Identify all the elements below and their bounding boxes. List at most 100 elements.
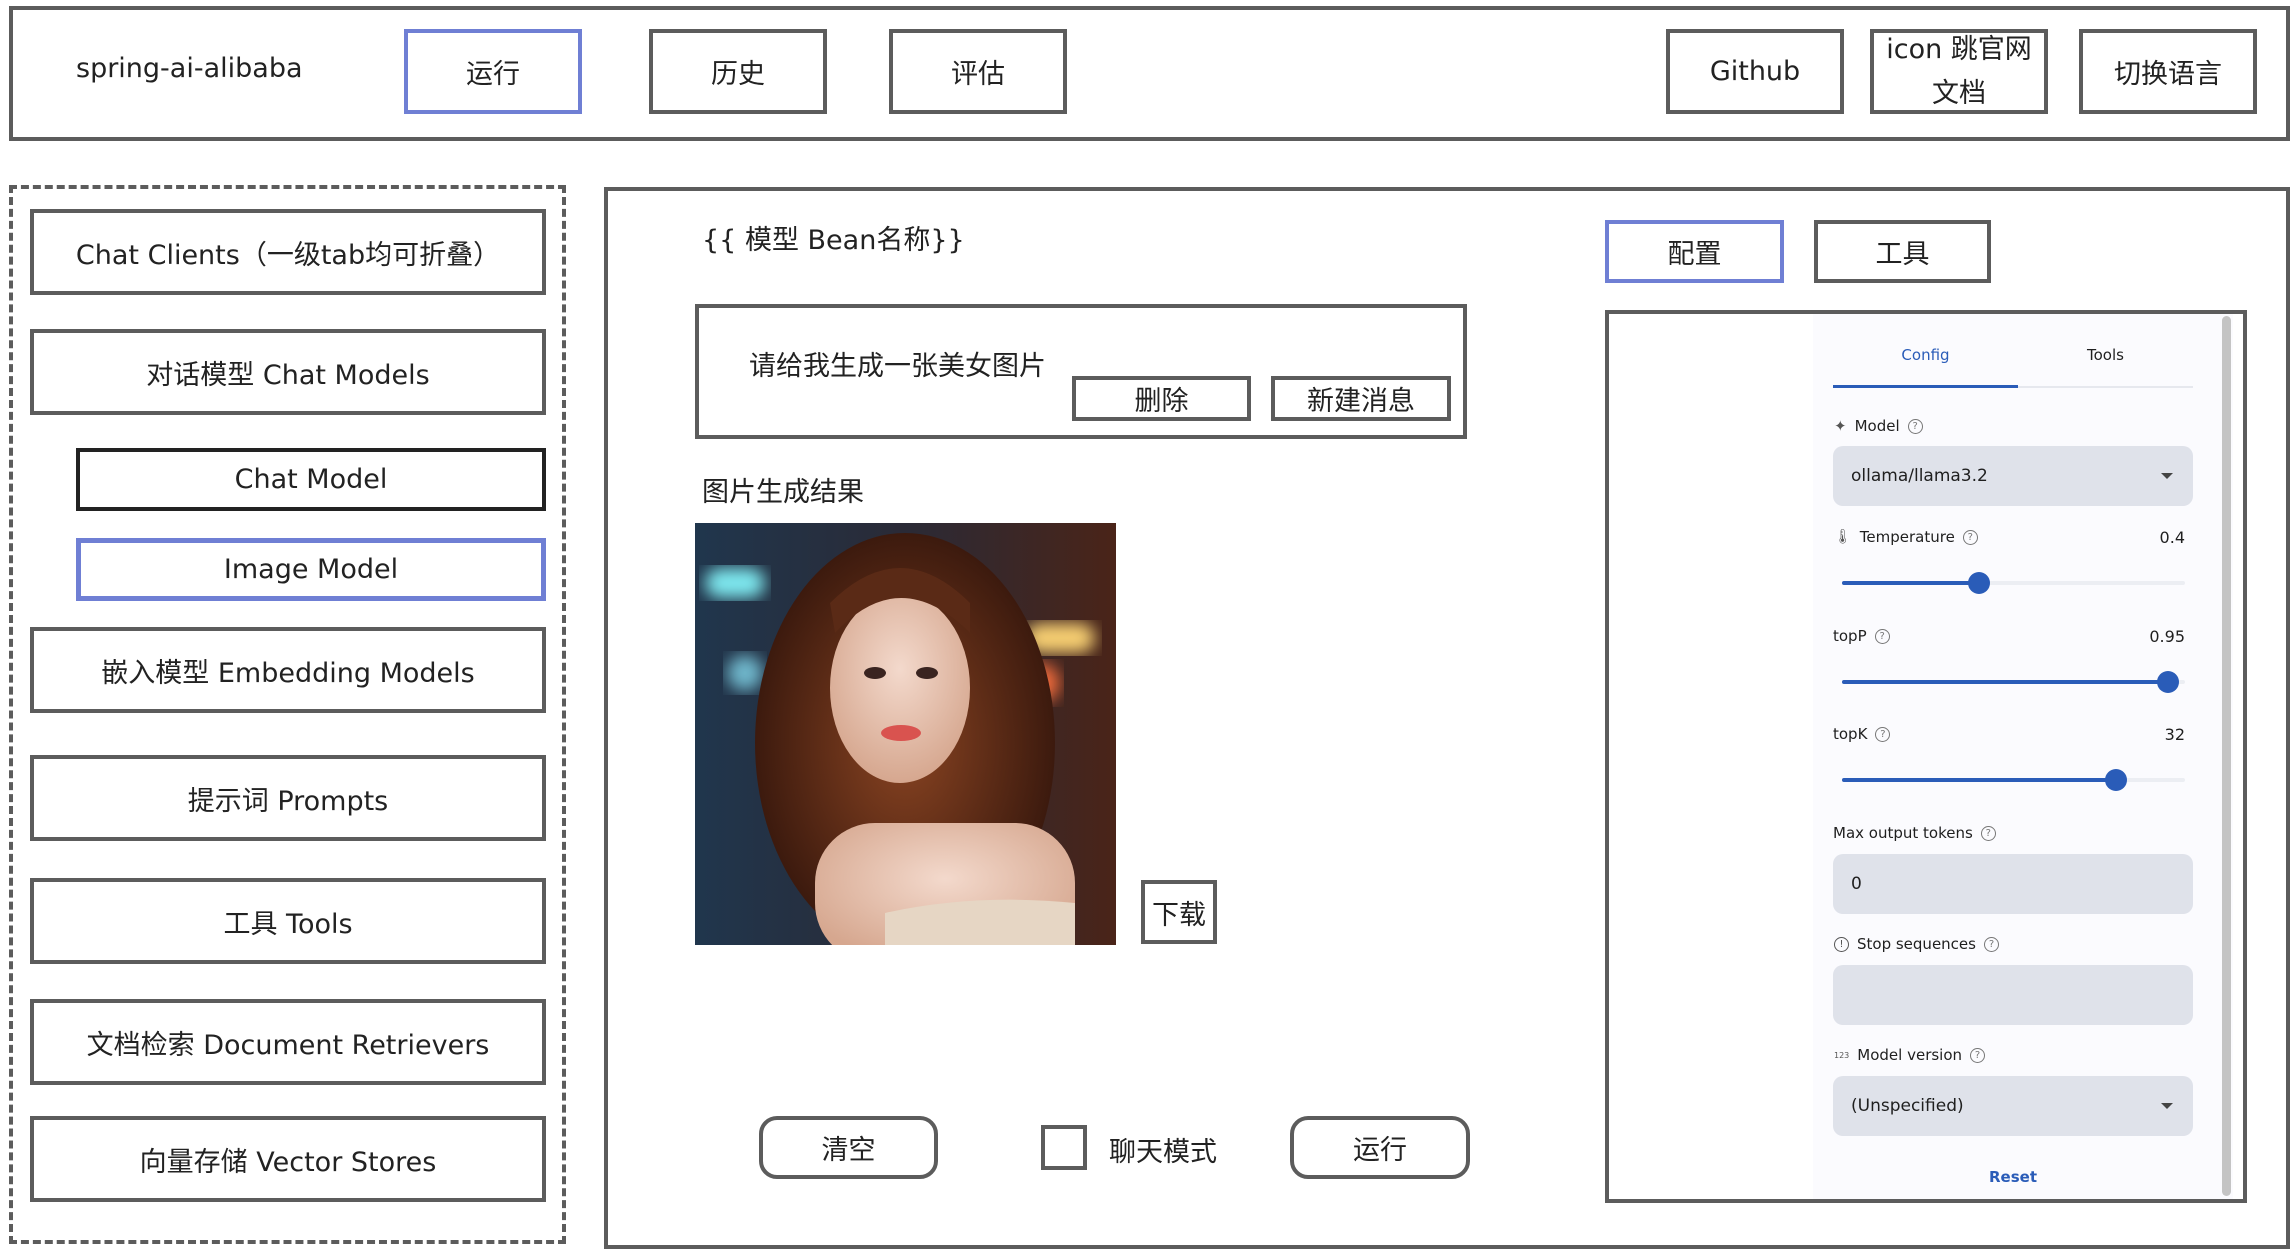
delete-label: 删除 (1134, 386, 1189, 417)
sparkle-icon: ✦ (1834, 417, 1847, 435)
topp-slider[interactable] (1842, 671, 2185, 693)
chat-mode-label: 聊天模式 (1109, 1137, 1217, 1168)
sidebar-item-label: Chat Clients（一级tab均可折叠） (75, 239, 501, 271)
nav-history-tab[interactable]: 历史 (649, 29, 827, 114)
max-tokens-label: Max output tokens (1833, 824, 1973, 842)
generated-image (695, 523, 1116, 945)
run-button[interactable]: 运行 (1290, 1116, 1470, 1179)
tab-tools[interactable]: 工具 (1814, 220, 1991, 283)
temperature-slider[interactable] (1842, 572, 2185, 594)
sidebar-item-label: 嵌入模型 Embedding Models (101, 657, 475, 689)
numbers-icon: 123 (1834, 1050, 1850, 1060)
model-version-select[interactable]: (Unspecified) (1833, 1076, 2193, 1136)
model-label-row: ✦ Model ? (1834, 417, 1923, 435)
docs-label-line2: 文档 (1932, 77, 1986, 109)
nav-evaluate-tab[interactable]: 评估 (889, 29, 1067, 114)
portrait-image (695, 523, 1116, 945)
docs-button[interactable]: icon 跳官网 文档 (1870, 29, 2048, 114)
sidebar-item-label: 工具 Tools (223, 908, 353, 940)
sidebar-item-tools[interactable]: 工具 Tools (30, 878, 546, 964)
dropdown-caret-icon (2161, 473, 2173, 479)
max-tokens-value: 0 (1851, 874, 1862, 894)
slider-fill (1842, 778, 2117, 782)
config-inner-tab-config[interactable]: Config (1833, 346, 2018, 364)
topk-label: topK (1833, 725, 1868, 743)
model-version-label-row: 123 Model version ? (1834, 1046, 1986, 1064)
topp-value: 0.95 (2149, 627, 2185, 646)
sidebar-subitem-image-model[interactable]: Image Model (76, 538, 546, 601)
clear-label: 清空 (821, 1135, 876, 1166)
download-button[interactable]: 下载 (1141, 880, 1217, 944)
nav-run-tab[interactable]: 运行 (404, 29, 582, 114)
warning-icon: ! (1834, 936, 1849, 952)
sidebar-item-prompts[interactable]: 提示词 Prompts (30, 755, 546, 841)
clear-button[interactable]: 清空 (759, 1116, 938, 1179)
temperature-value: 0.4 (2159, 528, 2185, 547)
sidebar-item-chat-models[interactable]: 对话模型 Chat Models (30, 329, 546, 415)
message-text[interactable]: 请给我生成一张美女图片 (749, 344, 1046, 383)
config-inner-tab-tools[interactable]: Tools (2018, 346, 2193, 364)
sidebar-item-chat-clients[interactable]: Chat Clients（一级tab均可折叠） (30, 209, 546, 295)
slider-fill (1842, 581, 1980, 585)
sidebar-item-label: Image Model (223, 554, 399, 585)
thermometer-icon: 🌡 (1834, 529, 1852, 545)
slider-thumb[interactable] (2156, 671, 2179, 693)
slider-fill (1842, 680, 2168, 684)
temperature-label-row: 🌡 Temperature ? (1834, 528, 1978, 546)
sidebar-subitem-chat-model[interactable]: Chat Model (76, 448, 546, 511)
switch-language-label: 切换语言 (2114, 59, 2222, 90)
run-label: 运行 (1353, 1135, 1407, 1166)
new-message-label: 新建消息 (1307, 386, 1415, 417)
help-icon[interactable]: ? (1874, 628, 1890, 644)
dropdown-caret-icon (2161, 1103, 2173, 1109)
github-label: Github (1709, 56, 1801, 87)
nav-run-label: 运行 (466, 59, 520, 90)
tab-config[interactable]: 配置 (1605, 220, 1784, 283)
sidebar-item-vector-stores[interactable]: 向量存储 Vector Stores (30, 1116, 546, 1202)
sidebar-item-document-retrievers[interactable]: 文档检索 Document Retrievers (30, 999, 546, 1085)
stop-sequences-input[interactable] (1833, 965, 2193, 1025)
help-icon[interactable]: ? (1980, 825, 1996, 841)
sidebar-item-label: 向量存储 Vector Stores (139, 1146, 437, 1178)
new-message-button[interactable]: 新建消息 (1271, 376, 1451, 421)
active-tab-indicator (1833, 385, 2018, 388)
tab-tools-label: 工具 (1875, 239, 1930, 270)
topk-slider[interactable] (1842, 769, 2185, 791)
max-tokens-label-row: Max output tokens ? (1833, 824, 1996, 842)
topp-label-row: topP ? (1833, 627, 1890, 645)
model-version-value: (Unspecified) (1851, 1096, 1964, 1116)
help-icon[interactable]: ? (1983, 936, 1999, 952)
tab-config-label: 配置 (1667, 239, 1722, 270)
chat-mode-checkbox[interactable] (1041, 1125, 1087, 1170)
topk-value: 32 (2164, 725, 2185, 744)
model-select-value: ollama/llama3.2 (1851, 466, 1988, 486)
model-bean-title: {{ 模型 Bean名称}} (702, 225, 965, 256)
help-icon[interactable]: ? (1970, 1047, 1986, 1063)
sidebar-item-label: 对话模型 Chat Models (146, 359, 430, 391)
model-version-label: Model version (1857, 1046, 1963, 1064)
max-tokens-input[interactable]: 0 (1833, 854, 2193, 914)
stop-sequences-label: Stop sequences (1857, 935, 1976, 953)
download-label: 下载 (1152, 899, 1206, 931)
reset-button[interactable]: Reset (1833, 1168, 2193, 1186)
topp-label: topP (1833, 627, 1867, 645)
sidebar-item-label: 文档检索 Document Retrievers (86, 1029, 490, 1061)
sidebar-item-label: Chat Model (234, 464, 388, 495)
switch-language-button[interactable]: 切换语言 (2079, 29, 2257, 114)
nav-evaluate-label: 评估 (951, 59, 1005, 90)
help-icon[interactable]: ? (1907, 418, 1923, 434)
docs-label-line1: icon 跳官网 (1886, 33, 2032, 65)
result-title: 图片生成结果 (702, 477, 864, 508)
app-logo: spring-ai-alibaba (76, 53, 303, 84)
help-icon[interactable]: ? (1875, 726, 1891, 742)
sidebar-item-label: 提示词 Prompts (187, 785, 389, 817)
nav-history-label: 历史 (711, 59, 765, 90)
sidebar-item-embedding-models[interactable]: 嵌入模型 Embedding Models (30, 627, 546, 713)
topk-label-row: topK ? (1833, 725, 1891, 743)
help-icon[interactable]: ? (1962, 529, 1978, 545)
stop-sequences-label-row: ! Stop sequences ? (1834, 935, 1999, 953)
github-button[interactable]: Github (1666, 29, 1844, 114)
delete-message-button[interactable]: 删除 (1072, 376, 1251, 421)
config-scrollbar[interactable] (2222, 316, 2231, 1196)
model-select[interactable]: ollama/llama3.2 (1833, 446, 2193, 506)
